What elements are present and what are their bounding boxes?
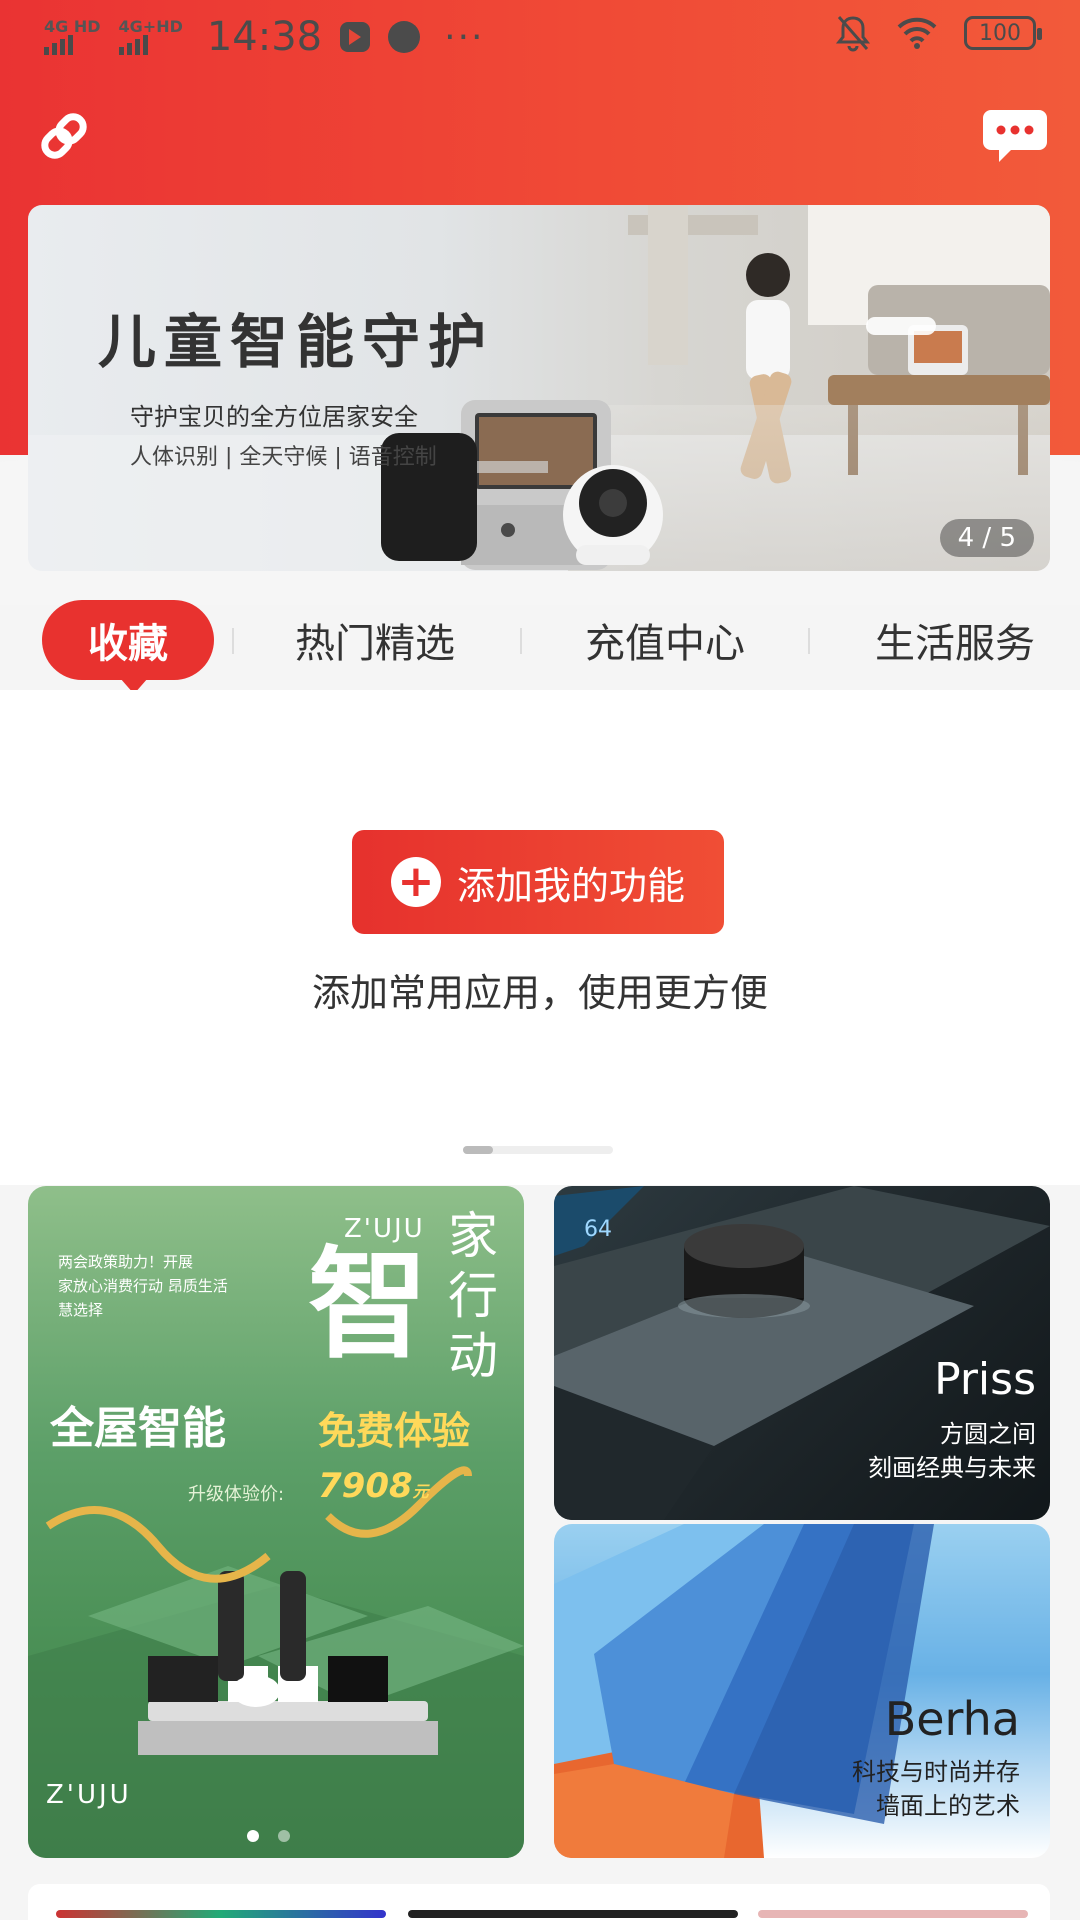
clock: 14:38 bbox=[206, 14, 323, 60]
tab-favorites-label: 收藏 bbox=[88, 621, 168, 667]
tab-recharge-center-label: 充值中心 bbox=[585, 621, 745, 667]
headline-char-2: 行 bbox=[448, 1267, 498, 1325]
promo-banner[interactable]: 儿童智能守护 守护宝贝的全方位居家安全 人体识别 | 全天守候 | 语音控制 4… bbox=[28, 205, 1050, 571]
tab-life-services-label: 生活服务 bbox=[875, 621, 1035, 667]
tab-hot-picks-label: 热门精选 bbox=[295, 621, 455, 667]
add-my-functions-button[interactable]: + 添加我的功能 bbox=[352, 830, 724, 934]
zuju-intro-line2: 家放心消费行动 昂质生活 bbox=[58, 1277, 228, 1295]
plus-icon: + bbox=[390, 857, 441, 907]
signal-icon: 4G HD bbox=[44, 19, 101, 55]
tab-hot-picks[interactable]: 热门精选 bbox=[270, 600, 480, 680]
tab-recharge-center[interactable]: 充值中心 bbox=[560, 600, 770, 680]
status-bar: 4G HD 4G+HD 14:38 ··· 100 bbox=[0, 0, 1080, 68]
berha-line1: 科技与时尚并存 bbox=[852, 1758, 1020, 1786]
more-notifications-icon: ··· bbox=[444, 16, 485, 58]
priss-line1: 方圆之间 bbox=[940, 1420, 1036, 1448]
mute-bell-icon bbox=[836, 16, 870, 52]
zuju-slogan-a: 全屋智能 bbox=[50, 1403, 226, 1454]
next-section-peek bbox=[28, 1884, 1050, 1920]
signal2-label: 4G+HD bbox=[118, 17, 183, 36]
signal-icon-2: 4G+HD bbox=[118, 17, 183, 55]
priss-product-card[interactable]: 64 Priss 方圆之间 刻画经典与未来 bbox=[554, 1186, 1050, 1520]
banner-illustration bbox=[28, 205, 1050, 571]
zuju-slogan-b: 免费体验 bbox=[318, 1409, 471, 1453]
category-tabs: 收藏 热门精选 充值中心 生活服务 bbox=[0, 600, 1080, 694]
link-button[interactable] bbox=[32, 104, 96, 168]
app-notification-icon bbox=[388, 21, 421, 53]
favorites-hint: 添加常用应用，使用更方便 bbox=[311, 971, 768, 1015]
banner-title: 儿童智能守护 bbox=[98, 308, 495, 376]
banner-subtitle: 守护宝贝的全方位居家安全 bbox=[130, 403, 418, 431]
berha-line2: 墙面上的艺术 bbox=[876, 1792, 1020, 1820]
zuju-big-char: 智 bbox=[308, 1236, 428, 1375]
berha-title: Berha bbox=[884, 1692, 1020, 1746]
zuju-headline: 家 行 动 bbox=[448, 1206, 498, 1386]
tab-divider bbox=[808, 628, 810, 654]
banner-pager: 4 / 5 bbox=[939, 519, 1034, 557]
priss-line2: 刻画经典与未来 bbox=[868, 1454, 1036, 1482]
priss-title: Priss bbox=[934, 1354, 1036, 1405]
signal1-label: 4G HD bbox=[44, 17, 101, 36]
tab-divider bbox=[520, 628, 522, 654]
berha-product-card[interactable]: Berha 科技与时尚并存 墙面上的艺术 bbox=[554, 1524, 1050, 1858]
zuju-intro-line3: 慧选择 bbox=[58, 1301, 104, 1319]
zuju-footer-brand: Z'UJU bbox=[46, 1780, 132, 1810]
zuju-price-unit: 元 bbox=[412, 1482, 429, 1501]
tab-divider bbox=[232, 628, 234, 654]
tab-favorites[interactable]: 收藏 bbox=[42, 600, 214, 694]
message-icon bbox=[983, 110, 1047, 162]
horizontal-scroll-indicator bbox=[463, 1146, 613, 1154]
zuju-promo-card[interactable]: Z'UJU 家 行 动 智 两会政策助力！开展 家放心消费行动 昂质生活 慧选择… bbox=[28, 1186, 524, 1858]
video-app-icon bbox=[340, 22, 371, 52]
link-icon bbox=[41, 113, 87, 159]
wifi-icon bbox=[897, 17, 937, 49]
headline-char-3: 动 bbox=[448, 1327, 498, 1385]
zuju-price: 7908元 bbox=[318, 1466, 429, 1506]
zuju-intro-line1: 两会政策助力！开展 bbox=[58, 1253, 194, 1271]
battery-level: 100 bbox=[979, 20, 1021, 46]
add-button-label: 添加我的功能 bbox=[456, 863, 685, 908]
message-button[interactable] bbox=[980, 104, 1050, 168]
zuju-intro: 两会政策助力！开展 家放心消费行动 昂质生活 慧选择 bbox=[58, 1250, 228, 1322]
zuju-price-label: 升级体验价: bbox=[188, 1484, 285, 1505]
zuju-price-value: 7908 bbox=[318, 1466, 413, 1506]
app-screen: 4G HD 4G+HD 14:38 ··· 100 儿童智能守护 守护宝贝的全方… bbox=[0, 0, 1080, 1920]
favorites-panel: + 添加我的功能 添加常用应用，使用更方便 bbox=[0, 690, 1080, 1185]
headline-char-1: 家 bbox=[448, 1207, 498, 1265]
svg-text:64: 64 bbox=[584, 1217, 612, 1242]
tab-life-services[interactable]: 生活服务 bbox=[850, 600, 1060, 680]
battery-icon: 100 bbox=[964, 16, 1042, 50]
banner-features: 人体识别 | 全天守候 | 语音控制 bbox=[130, 445, 437, 470]
